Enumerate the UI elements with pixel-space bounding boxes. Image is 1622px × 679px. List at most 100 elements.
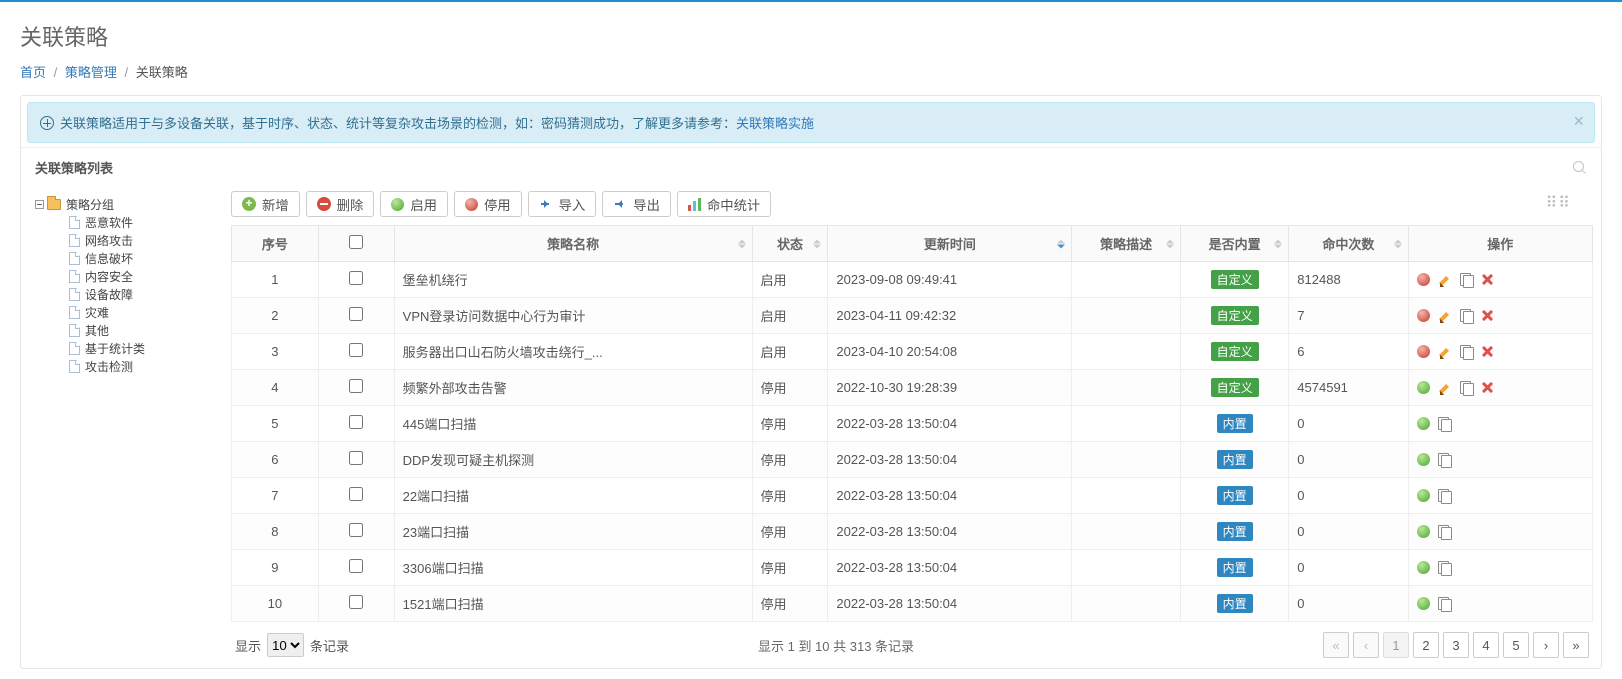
col-ops: 操作 <box>1408 226 1592 262</box>
copy-icon[interactable] <box>1438 453 1451 466</box>
page-number[interactable]: 4 <box>1473 632 1499 658</box>
page-first[interactable]: « <box>1323 632 1349 658</box>
stats-button[interactable]: 命中统计 <box>677 191 771 217</box>
status-dot-icon[interactable] <box>1417 561 1430 574</box>
page-number[interactable]: 5 <box>1503 632 1529 658</box>
tree-item[interactable]: 网络攻击 <box>69 231 223 249</box>
copy-icon[interactable] <box>1438 561 1451 574</box>
collapse-icon[interactable] <box>35 200 44 209</box>
green-dot-icon <box>391 198 404 211</box>
tree-item[interactable]: 灾难 <box>69 303 223 321</box>
search-icon[interactable] <box>1573 161 1587 175</box>
row-checkbox[interactable] <box>349 595 363 609</box>
plus-icon <box>242 197 256 211</box>
tree-item[interactable]: 信息破坏 <box>69 249 223 267</box>
import-button[interactable]: 导入 <box>528 191 597 217</box>
row-checkbox[interactable] <box>349 415 363 429</box>
page-length: 显示 10 条记录 <box>235 633 349 657</box>
row-checkbox[interactable] <box>349 559 363 573</box>
export-button[interactable]: 导出 <box>602 191 671 217</box>
col-index[interactable]: 序号 <box>232 226 319 262</box>
cell-hits: 0 <box>1289 406 1408 442</box>
delete-button[interactable]: 删除 <box>306 191 375 217</box>
grid-toggle-icon[interactable]: ⠿⠿ <box>1546 193 1571 213</box>
col-check[interactable] <box>318 226 394 262</box>
doc-icon <box>69 324 80 337</box>
delete-icon[interactable] <box>1481 381 1494 394</box>
page-title: 关联策略 <box>20 20 1602 52</box>
page-number[interactable]: 3 <box>1443 632 1469 658</box>
tree-item[interactable]: 内容安全 <box>69 267 223 285</box>
col-state[interactable]: 状态 <box>752 226 828 262</box>
copy-icon[interactable] <box>1460 273 1473 286</box>
minus-icon <box>317 197 331 211</box>
page-number[interactable]: 2 <box>1413 632 1439 658</box>
status-dot-icon[interactable] <box>1417 597 1430 610</box>
col-name[interactable]: 策略名称 <box>394 226 752 262</box>
status-dot-icon[interactable] <box>1417 309 1430 322</box>
breadcrumb-group[interactable]: 策略管理 <box>65 65 117 80</box>
copy-icon[interactable] <box>1438 417 1451 430</box>
table-row: 722端口扫描停用2022-03-28 13:50:04内置0 <box>232 478 1593 514</box>
disable-button[interactable]: 停用 <box>454 191 522 217</box>
copy-icon[interactable] <box>1460 345 1473 358</box>
alert-link[interactable]: 关联策略实施 <box>736 113 814 132</box>
status-dot-icon[interactable] <box>1417 525 1430 538</box>
status-dot-icon[interactable] <box>1417 489 1430 502</box>
tree-item[interactable]: 恶意软件 <box>69 213 223 231</box>
cell-name: VPN登录访问数据中心行为审计 <box>394 298 752 334</box>
close-icon[interactable]: × <box>1573 111 1584 132</box>
delete-icon[interactable] <box>1481 309 1494 322</box>
cell-builtin: 内置 <box>1180 586 1288 622</box>
row-checkbox[interactable] <box>349 271 363 285</box>
status-dot-icon[interactable] <box>1417 453 1430 466</box>
row-checkbox[interactable] <box>349 379 363 393</box>
row-checkbox[interactable] <box>349 487 363 501</box>
page-next[interactable]: › <box>1533 632 1559 658</box>
alert-text: 关联策略适用于与多设备关联，基于时序、状态、统计等复杂攻击场景的检测，如：密码猜… <box>60 113 736 132</box>
copy-icon[interactable] <box>1460 381 1473 394</box>
col-desc[interactable]: 策略描述 <box>1072 226 1180 262</box>
status-dot-icon[interactable] <box>1417 273 1430 286</box>
page-size-select[interactable]: 10 <box>267 633 304 657</box>
tree-item[interactable]: 其他 <box>69 321 223 339</box>
row-checkbox[interactable] <box>349 523 363 537</box>
status-dot-icon[interactable] <box>1417 345 1430 358</box>
edit-icon[interactable] <box>1438 273 1452 287</box>
status-dot-icon[interactable] <box>1417 417 1430 430</box>
row-checkbox[interactable] <box>349 307 363 321</box>
tree-item[interactable]: 设备故障 <box>69 285 223 303</box>
copy-icon[interactable] <box>1438 597 1451 610</box>
copy-icon[interactable] <box>1460 309 1473 322</box>
row-checkbox[interactable] <box>349 343 363 357</box>
policy-tree: 策略分组 恶意软件网络攻击信息破坏内容安全设备故障灾难其他基于统计类攻击检测 <box>29 187 229 658</box>
delete-icon[interactable] <box>1481 345 1494 358</box>
tree-root[interactable]: 策略分组 <box>35 195 223 213</box>
tree-item[interactable]: 基于统计类 <box>69 339 223 357</box>
enable-button[interactable]: 启用 <box>380 191 448 217</box>
add-button[interactable]: 新增 <box>231 191 300 217</box>
edit-icon[interactable] <box>1438 345 1452 359</box>
col-time[interactable]: 更新时间 <box>828 226 1072 262</box>
edit-icon[interactable] <box>1438 381 1452 395</box>
copy-icon[interactable] <box>1438 489 1451 502</box>
status-dot-icon[interactable] <box>1417 381 1430 394</box>
breadcrumb-home[interactable]: 首页 <box>20 65 46 80</box>
page-number[interactable]: 1 <box>1383 632 1409 658</box>
select-all-checkbox[interactable] <box>349 235 363 249</box>
row-checkbox[interactable] <box>349 451 363 465</box>
col-hits[interactable]: 命中次数 <box>1289 226 1408 262</box>
policy-table: 序号 策略名称 状态 更新时间 策略描述 是否内置 命中次数 操作 1堡垒机绕行… <box>231 225 1593 622</box>
cell-time: 2022-03-28 13:50:04 <box>828 586 1072 622</box>
delete-icon[interactable] <box>1481 273 1494 286</box>
page-prev[interactable]: ‹ <box>1353 632 1379 658</box>
copy-icon[interactable] <box>1438 525 1451 538</box>
cell-check <box>318 550 394 586</box>
pagination: « ‹ 12345› » <box>1323 632 1589 658</box>
page-last[interactable]: » <box>1563 632 1589 658</box>
cell-builtin: 自定义 <box>1180 370 1288 406</box>
tree-item[interactable]: 攻击检测 <box>69 357 223 375</box>
cell-time: 2023-04-11 09:42:32 <box>828 298 1072 334</box>
col-builtin[interactable]: 是否内置 <box>1180 226 1288 262</box>
edit-icon[interactable] <box>1438 309 1452 323</box>
